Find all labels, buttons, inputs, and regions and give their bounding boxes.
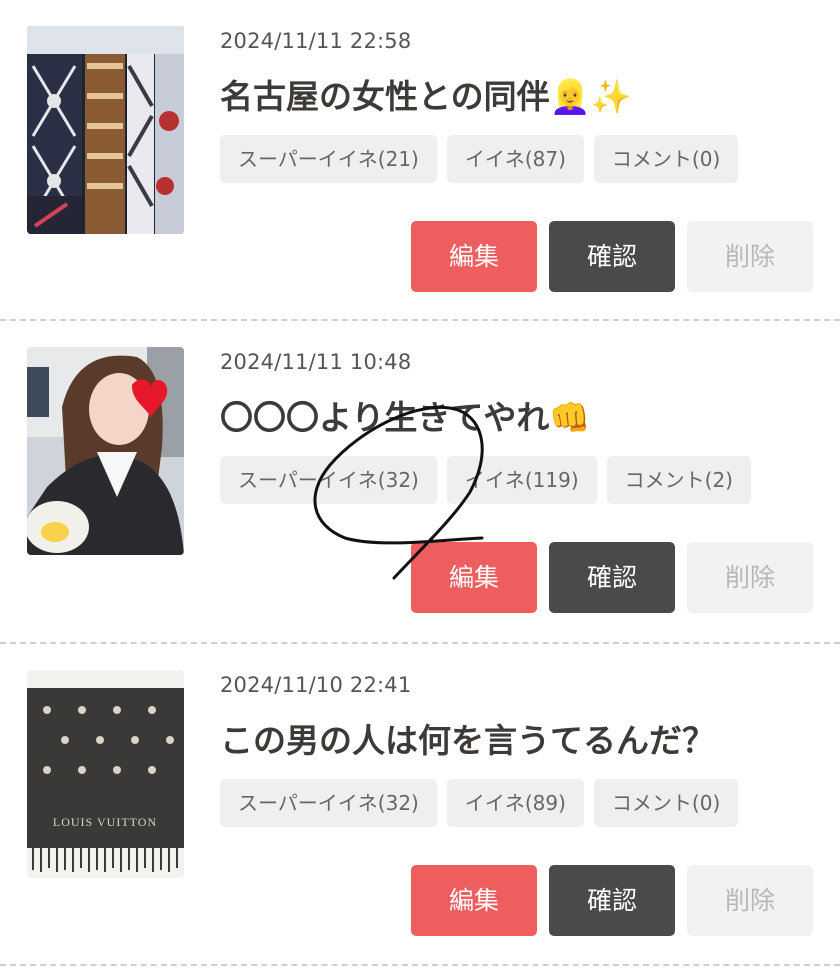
- post-title[interactable]: 名古屋の女性との同伴👱‍♀️✨: [220, 70, 632, 118]
- confirm-button[interactable]: 確認: [549, 865, 675, 936]
- post-item: 2024/11/11 22:58 名古屋の女性との同伴👱‍♀️✨ スーパーイイネ…: [0, 0, 840, 321]
- post-thumbnail[interactable]: LOUIS VUITTON: [27, 670, 184, 878]
- confirm-button[interactable]: 確認: [549, 221, 675, 292]
- comment-count[interactable]: コメント(0): [593, 779, 739, 827]
- like-count[interactable]: イイネ(87): [446, 135, 584, 183]
- like-count[interactable]: イイネ(89): [446, 779, 584, 827]
- louis-vuitton-scarf-photo-icon: LOUIS VUITTON: [27, 670, 184, 878]
- post-stats: スーパーイイネ(32) イイネ(119) コメント(2): [220, 456, 751, 504]
- delete-button[interactable]: 削除: [687, 865, 813, 936]
- post-actions: 編集 確認 削除: [411, 542, 813, 613]
- delete-button[interactable]: 削除: [687, 221, 813, 292]
- post-stats: スーパーイイネ(32) イイネ(89) コメント(0): [220, 779, 739, 827]
- edit-button[interactable]: 編集: [411, 221, 537, 292]
- super-like-count[interactable]: スーパーイイネ(32): [220, 779, 437, 827]
- post-item: LOUIS VUITTON 2024/11/10 22:41 この男の人は何を言…: [0, 644, 840, 966]
- post-title[interactable]: 〇〇〇より生きてやれ👊: [220, 391, 590, 439]
- comment-count[interactable]: コメント(0): [593, 135, 739, 183]
- like-count[interactable]: イイネ(119): [446, 456, 597, 504]
- confirm-button[interactable]: 確認: [549, 542, 675, 613]
- svg-text:LOUIS VUITTON: LOUIS VUITTON: [53, 815, 157, 829]
- post-thumbnail[interactable]: [27, 347, 184, 555]
- super-like-count[interactable]: スーパーイイネ(32): [220, 456, 437, 504]
- designer-scarves-photo-icon: [27, 26, 184, 234]
- post-date: 2024/11/11 22:58: [220, 29, 412, 53]
- post-date: 2024/11/11 10:48: [220, 350, 412, 374]
- post-actions: 編集 確認 削除: [411, 221, 813, 292]
- post-thumbnail[interactable]: [27, 26, 184, 234]
- woman-portrait-photo-icon: [27, 347, 184, 555]
- post-title[interactable]: この男の人は何を言うてるんだ？: [220, 714, 715, 762]
- post-item: 2024/11/11 10:48 〇〇〇より生きてやれ👊 スーパーイイネ(32)…: [0, 321, 840, 644]
- post-actions: 編集 確認 削除: [411, 865, 813, 936]
- comment-count[interactable]: コメント(2): [606, 456, 751, 504]
- edit-button[interactable]: 編集: [411, 865, 537, 936]
- post-list: 2024/11/11 22:58 名古屋の女性との同伴👱‍♀️✨ スーパーイイネ…: [0, 0, 840, 966]
- post-date: 2024/11/10 22:41: [220, 673, 412, 697]
- delete-button[interactable]: 削除: [687, 542, 813, 613]
- post-stats: スーパーイイネ(21) イイネ(87) コメント(0): [220, 135, 739, 183]
- super-like-count[interactable]: スーパーイイネ(21): [220, 135, 437, 183]
- edit-button[interactable]: 編集: [411, 542, 537, 613]
